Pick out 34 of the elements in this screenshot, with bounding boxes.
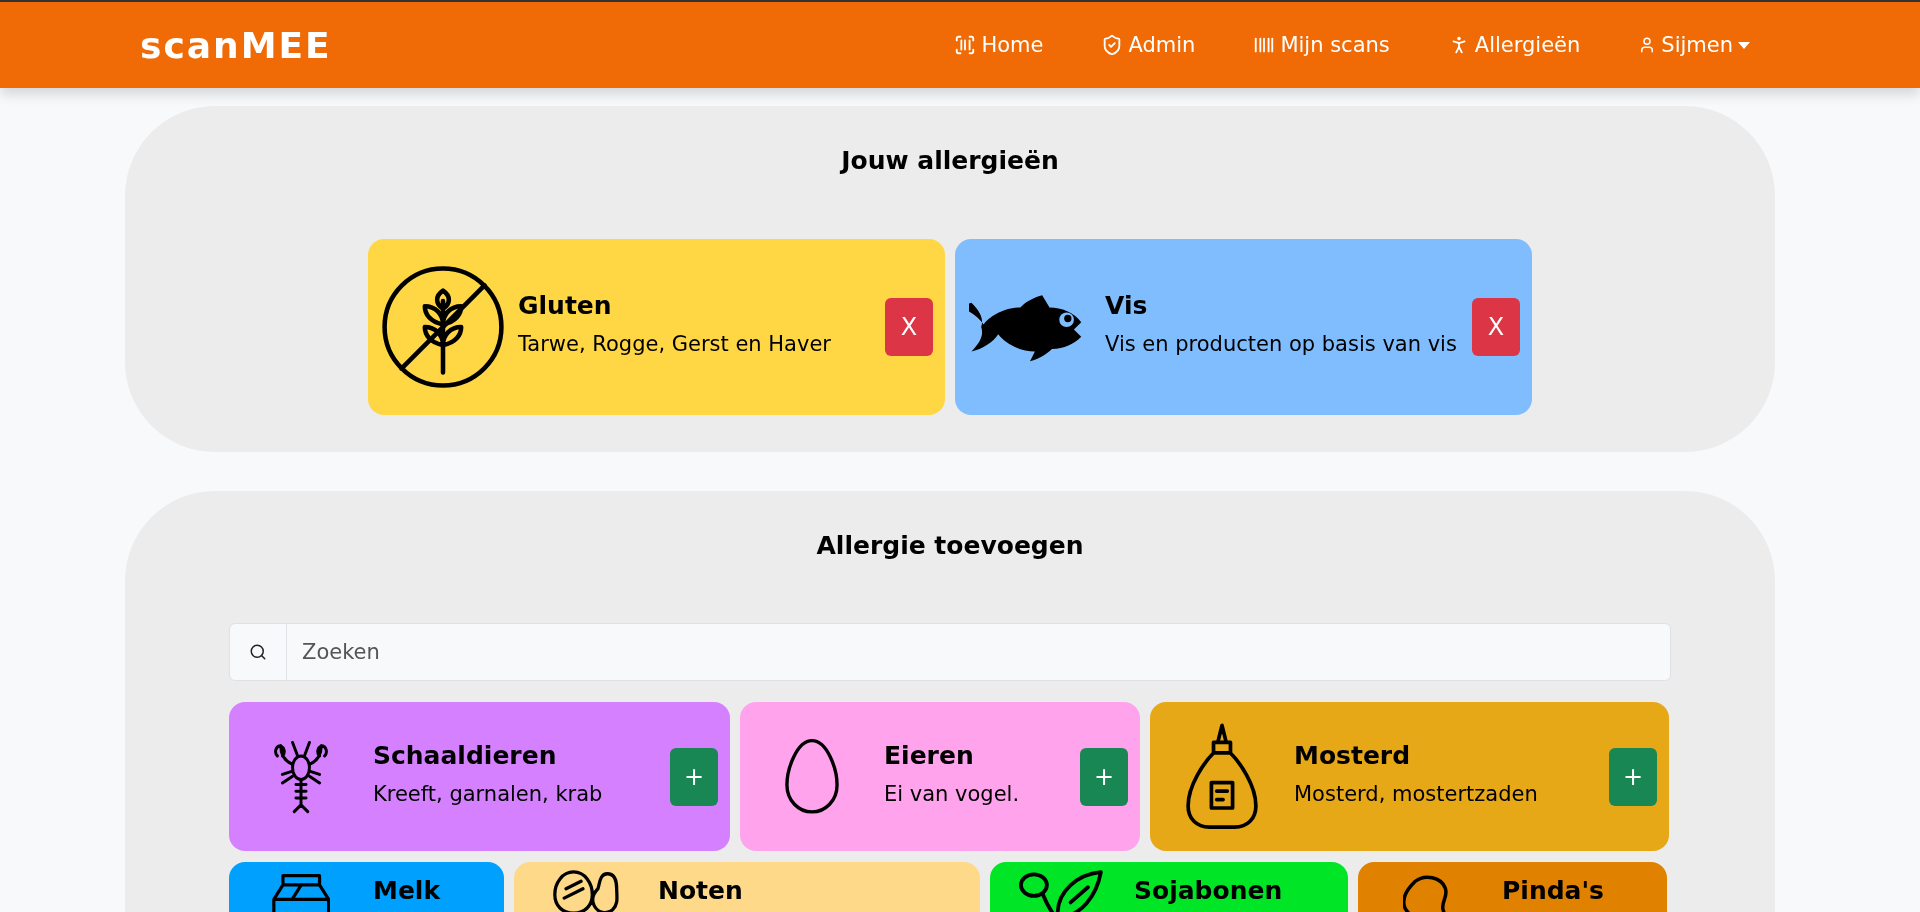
nuts-icon <box>552 870 620 912</box>
scan-icon <box>954 34 977 56</box>
nav-link[interactable]: Mijn scans <box>1253 33 1390 57</box>
section-title: Allergie toevoegen <box>816 531 1084 560</box>
nav-link[interactable]: Admin <box>1101 33 1196 57</box>
section-title: Jouw allergieën <box>841 146 1059 175</box>
allergy-description: Mosterd, mostertzaden <box>1294 780 1539 808</box>
remove-button[interactable]: X <box>1472 298 1520 356</box>
allergy-name: Gluten <box>518 291 613 321</box>
allergy-name: Pinda's <box>1502 876 1605 905</box>
search-icon <box>249 643 267 661</box>
add-button[interactable]: + <box>670 747 718 806</box>
allergy-name: Vis <box>1105 291 1149 321</box>
allergy-name: Noten <box>658 876 744 905</box>
allergy-description: Vis en producten op basis van vis <box>1105 331 1458 359</box>
user-menu[interactable]: Sijmen <box>1638 33 1750 57</box>
allergy-name: Schaaldieren <box>373 740 558 770</box>
add-button[interactable]: + <box>1609 747 1657 806</box>
allergy-name: Sojabonen <box>1134 876 1284 905</box>
nav-link[interactable]: Allergieën <box>1447 33 1581 57</box>
allergy-description: Ei van vogel. <box>884 780 1021 808</box>
allergy-name: Mosterd <box>1294 740 1412 770</box>
allergy-name: Melk <box>373 876 442 905</box>
egg-icon <box>785 738 839 815</box>
search-field[interactable]: Zoeken <box>229 623 1671 681</box>
remove-button[interactable]: X <box>885 298 933 356</box>
allergy-description: Tarwe, Rogge, Gerst en Haver <box>518 331 832 359</box>
allergy-description: Kreeft, garnalen, krab <box>373 780 604 808</box>
caret-icon <box>1738 41 1750 49</box>
allergy-name: Eieren <box>884 740 975 770</box>
logo[interactable]: scanMEE <box>140 24 955 66</box>
no-wheat-icon <box>382 266 504 388</box>
add-button[interactable]: + <box>1080 747 1128 806</box>
nav-link[interactable]: Home <box>954 33 1044 57</box>
